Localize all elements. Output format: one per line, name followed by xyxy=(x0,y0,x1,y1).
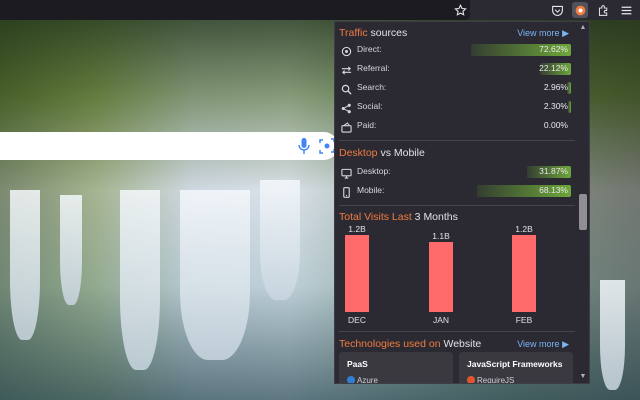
traffic-bar xyxy=(568,101,571,113)
traffic-row-search: Search: 2.96% xyxy=(335,79,577,98)
pocket-icon[interactable] xyxy=(549,2,565,18)
phone-icon xyxy=(341,185,352,198)
icicle xyxy=(120,190,160,370)
icicle xyxy=(10,190,40,340)
row-label: Referral: xyxy=(357,63,390,73)
row-label: Search: xyxy=(357,82,387,92)
section-divider xyxy=(339,140,575,141)
device-row-desktop: Desktop: 31.87% xyxy=(335,163,577,182)
visits-category-label: JAN xyxy=(432,315,450,325)
tech-card-js-frameworks[interactable]: JavaScript Frameworks RequireJS xyxy=(459,352,573,383)
row-label: Direct: xyxy=(357,44,382,54)
traffic-row-referral: Referral: 22.12% xyxy=(335,60,577,79)
row-value: 68.13% xyxy=(539,185,568,195)
visits-data-label: 1.2B xyxy=(348,224,366,234)
tech-card-title: PaaS xyxy=(347,359,368,369)
visits-bar-jan xyxy=(429,242,453,312)
requirejs-logo-icon xyxy=(467,376,475,383)
hamburger-menu-icon[interactable] xyxy=(618,2,634,18)
tech-card-paas[interactable]: PaaS Azure xyxy=(339,352,453,383)
wallet-icon xyxy=(341,120,352,133)
scroll-up-arrow-icon[interactable]: ▲ xyxy=(579,24,587,32)
tech-card-title: JavaScript Frameworks xyxy=(467,359,563,369)
address-bar-end[interactable] xyxy=(0,0,470,20)
row-value: 22.12% xyxy=(539,63,568,73)
icicle xyxy=(600,280,625,390)
panel-scrollbar[interactable]: ▲ ▼ xyxy=(577,22,589,383)
monitor-icon xyxy=(341,166,352,179)
row-label: Desktop: xyxy=(357,166,391,176)
extensions-puzzle-icon[interactable] xyxy=(595,2,611,18)
traffic-row-social: Social: 2.30% xyxy=(335,98,577,117)
traffic-row-direct: Direct: 72.62% xyxy=(335,41,577,60)
icicle xyxy=(180,190,250,360)
traffic-sources-title: Traffic sources xyxy=(339,27,408,39)
section-divider xyxy=(339,331,575,332)
row-label: Mobile: xyxy=(357,185,385,195)
total-visits-title: Total Visits Last 3 Months xyxy=(339,211,458,223)
triangle-right-icon: ▶ xyxy=(562,339,569,349)
technologies-title: Technologies used on Website xyxy=(339,338,482,350)
visits-data-label: 1.2B xyxy=(515,224,533,234)
share-icon xyxy=(341,101,352,114)
search-box[interactable] xyxy=(0,132,338,160)
device-split-title: Desktop vs Mobile xyxy=(339,147,425,159)
visits-category-label: FEB xyxy=(515,315,533,325)
row-value: 31.87% xyxy=(539,166,568,176)
microphone-icon[interactable] xyxy=(296,137,312,155)
technologies-view-more-link[interactable]: View more ▶ xyxy=(517,339,569,350)
similarweb-popup-panel: Traffic sources View more ▶ Direct: 72.6… xyxy=(334,21,590,384)
visits-bar-dec xyxy=(345,235,369,312)
traffic-view-more-link[interactable]: View more ▶ xyxy=(517,28,569,39)
visits-data-label: 1.1B xyxy=(432,231,450,241)
visits-bar-feb xyxy=(512,235,536,312)
swap-arrows-icon xyxy=(341,63,352,75)
icicle xyxy=(60,195,82,305)
icicle xyxy=(260,180,300,300)
bookmark-star-icon[interactable] xyxy=(452,2,468,18)
scroll-down-arrow-icon[interactable]: ▼ xyxy=(579,373,587,381)
tech-card-item: Azure xyxy=(347,376,378,383)
tech-card-item: RequireJS xyxy=(467,376,514,383)
row-value: 72.62% xyxy=(539,44,568,54)
target-icon xyxy=(341,44,352,57)
row-value: 0.00% xyxy=(543,120,568,130)
traffic-row-paid: Paid: 0.00% xyxy=(335,117,577,136)
magnifier-icon xyxy=(341,82,352,95)
azure-logo-icon xyxy=(347,376,355,383)
row-value: 2.96% xyxy=(543,82,568,92)
device-row-mobile: Mobile: 68.13% xyxy=(335,182,577,201)
triangle-right-icon: ▶ xyxy=(562,28,569,38)
similarweb-extension-icon[interactable] xyxy=(572,2,588,18)
section-divider xyxy=(339,205,575,206)
browser-toolbar xyxy=(0,0,640,20)
row-label: Social: xyxy=(357,101,383,111)
row-label: Paid: xyxy=(357,120,377,130)
scroll-thumb[interactable] xyxy=(579,194,587,230)
visits-category-label: DEC xyxy=(348,315,366,325)
camera-search-icon[interactable] xyxy=(319,138,335,154)
row-value: 2.30% xyxy=(543,101,568,111)
